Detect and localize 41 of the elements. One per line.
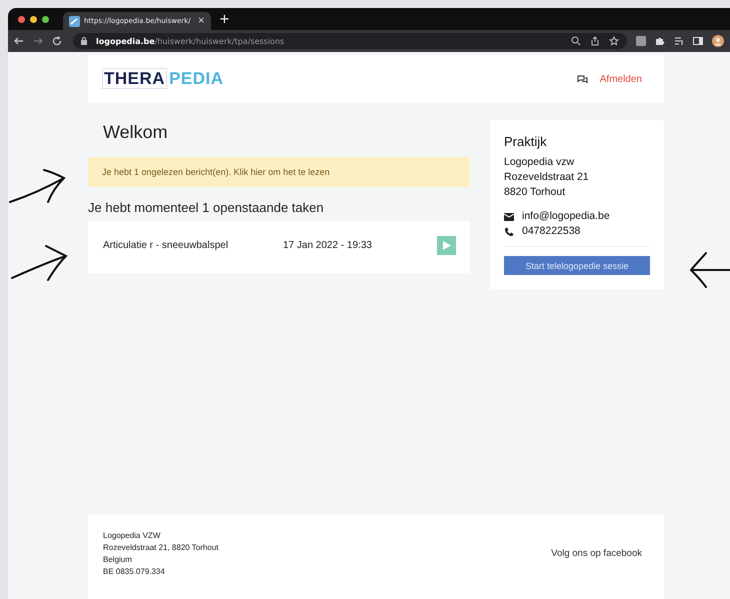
mail-icon — [504, 212, 514, 220]
page-title: Welkom — [103, 122, 169, 143]
close-button[interactable]: × — [197, 16, 205, 26]
forward-icon[interactable] — [33, 36, 43, 46]
footer-line: Rozeveldstraat 21, 8820 Torhout — [103, 542, 218, 554]
sidebar-icon[interactable] — [693, 36, 703, 46]
site-icon — [69, 16, 80, 26]
playlist-icon[interactable] — [674, 36, 684, 46]
phone-icon — [504, 226, 514, 236]
footer-line: BE 0835.079.334 — [103, 566, 166, 578]
lock-icon — [81, 37, 87, 45]
share-icon[interactable] — [590, 36, 600, 46]
url-text: logopedia.be/huiswerk/huiswerk/tpa/sessions — [96, 36, 284, 46]
chat-icon[interactable] — [576, 74, 588, 84]
avatar-icon[interactable] — [712, 35, 724, 47]
start-session-button[interactable]: Start telelogopedie sessie — [504, 256, 650, 275]
footer-line: Logopedia VZW — [103, 530, 162, 542]
unread-message-alert[interactable]: Je hebt 1 ongelezen bericht(en). Klik hier om het te lezen — [88, 157, 470, 187]
zoom-icon[interactable] — [571, 36, 581, 46]
address-line: 8820 Torhout — [504, 185, 566, 200]
task-date: 17 Jan 2022 - 19:33 — [283, 240, 372, 250]
address-line: Rozeveldstraat 21 — [504, 170, 590, 185]
facebook-link[interactable]: Volg ons op facebook — [551, 548, 642, 559]
arrow-icon — [688, 250, 730, 290]
star-icon[interactable] — [609, 36, 619, 46]
phone-text: 0478222538 — [522, 224, 580, 239]
play-icon — [442, 240, 450, 250]
window-controls[interactable] — [18, 16, 49, 22]
puzzle-icon[interactable] — [655, 36, 665, 46]
address-field[interactable]: logopedia.be/huiswerk/huiswerk/tpa/sessions — [73, 33, 627, 49]
practice-title: Praktijk — [504, 134, 548, 149]
logout-link[interactable]: Afmelden — [600, 74, 642, 84]
new-tab-button[interactable]: + — [219, 12, 230, 26]
task-name: Articulatie r - sneeuwbalspel — [103, 240, 230, 250]
tasks-heading: Je hebt momenteel 1 openstaande taken — [88, 200, 325, 215]
footer-line: Belgium — [103, 554, 133, 566]
arrow-icon — [10, 242, 70, 284]
email-text: info@logopedia.be — [522, 209, 610, 224]
reload-icon[interactable] — [52, 36, 62, 46]
back-icon[interactable] — [14, 36, 24, 46]
address-line: Logopedia vzw — [504, 155, 576, 170]
